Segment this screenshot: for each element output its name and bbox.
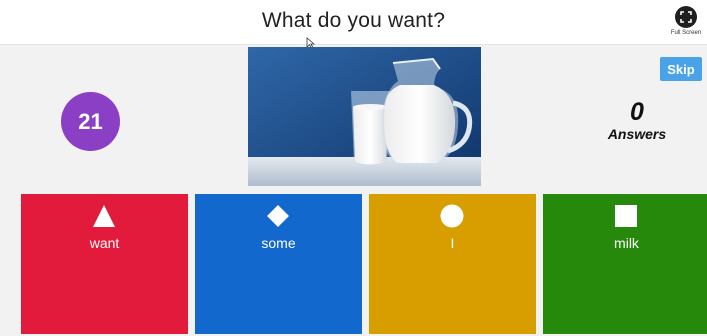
square-icon [615,205,637,227]
answer-label-i: I [450,235,455,251]
question-image [248,47,481,186]
top-bar: What do you want? Full Screen [0,0,707,45]
answer-tile-want[interactable]: want [21,194,188,334]
circle-icon [440,204,464,228]
answers-label: Answers [607,126,667,142]
answer-label-want: want [89,235,120,251]
fullscreen-button[interactable]: Full Screen [669,6,703,36]
answer-tile-i[interactable]: I [369,194,536,334]
fullscreen-label: Full Screen [670,30,702,36]
fullscreen-icon [675,6,697,28]
skip-button[interactable]: Skip [660,57,702,81]
question-text: What do you want? [261,9,446,32]
answers-count: 0 [630,98,644,126]
countdown-timer: 21 [61,92,120,151]
answer-tile-milk[interactable]: milk [543,194,707,334]
triangle-icon [93,205,115,227]
diamond-icon [267,205,289,227]
answer-label-milk: milk [614,235,639,251]
answer-tile-some[interactable]: some [195,194,362,334]
milk-jug-and-glass-photo [248,47,481,186]
answer-label-some: some [261,235,296,251]
